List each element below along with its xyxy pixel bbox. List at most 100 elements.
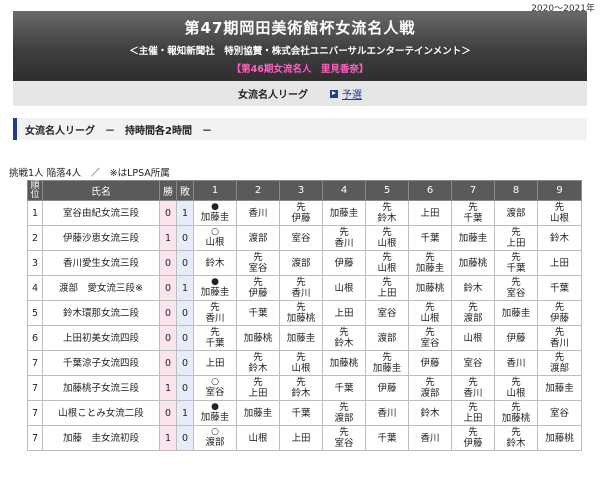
opponent-name: 渡部 xyxy=(377,332,397,344)
round-cell: 先山根 xyxy=(408,300,452,326)
opponent-name: 伊藤 xyxy=(334,257,354,269)
round-header: 3 xyxy=(279,180,323,201)
first-move-mark: 先 xyxy=(382,252,392,263)
first-move-mark: 先 xyxy=(339,427,349,438)
opponent-name: 室谷 xyxy=(549,407,569,419)
opponent-name: 上田 xyxy=(549,257,569,269)
round-cell: 先山根 xyxy=(365,250,409,276)
first-move-mark: 先 xyxy=(425,377,435,388)
round-cell: 加藤圭 xyxy=(236,400,280,426)
tournament-banner: 第47期岡田美術館杯女流名人戦 ＜主催・報知新聞社 特別協賛・株式会社ユニバーサ… xyxy=(13,11,587,81)
opponent-name: 室谷 xyxy=(334,438,354,449)
player-name-cell: 渡部 愛女流三段※ xyxy=(42,275,160,301)
player-name-cell: 加藤 圭女流初段 xyxy=(42,425,160,451)
round-cell: 加藤桃 xyxy=(322,350,366,376)
opponent-name: 山根 xyxy=(549,213,569,224)
round-cell: 香川 xyxy=(365,400,409,426)
opponent-name: 加藤圭 xyxy=(372,363,402,374)
first-move-mark: 先 xyxy=(382,202,392,213)
losses-cell: 0 xyxy=(176,250,194,276)
first-move-mark: 先 xyxy=(296,277,306,288)
first-move-mark: 先 xyxy=(425,252,435,263)
round-cell: 先鈴木 xyxy=(322,325,366,351)
opponent-name: 山根 xyxy=(506,388,526,399)
opponent-name: 渡部 xyxy=(420,388,440,399)
opponent-name: 室谷 xyxy=(205,387,225,398)
round-cell: 先千葉 xyxy=(451,200,495,226)
wins-cell: 1 xyxy=(159,375,177,401)
opponent-name: 加藤圭 xyxy=(545,382,574,394)
round-cell: 先山根 xyxy=(537,200,582,226)
round-cell: 伊藤 xyxy=(322,250,366,276)
round-cell: 先加藤桃 xyxy=(494,400,538,426)
round-cell: 先加藤圭 xyxy=(365,350,409,376)
first-move-mark: 先 xyxy=(210,302,220,313)
prelim-link-text[interactable]: 予選 xyxy=(342,86,362,101)
opponent-name: 加藤圭 xyxy=(200,412,230,423)
opponent-name: 香川 xyxy=(463,388,483,399)
first-move-mark: 先 xyxy=(554,202,565,213)
opponent-name: 伊藤 xyxy=(420,357,440,369)
round-cell: 室谷 xyxy=(279,225,323,251)
first-move-mark: 先 xyxy=(339,402,349,413)
round-cell: 先加藤圭 xyxy=(408,250,452,276)
first-move-mark: 先 xyxy=(468,202,478,213)
prelim-link[interactable]: 予選 xyxy=(330,86,362,101)
player-name-cell: 千葉涼子女流四段 xyxy=(42,350,160,376)
round-cell: 先香川 xyxy=(451,375,495,401)
opponent-name: 香川 xyxy=(334,238,354,249)
opponent-name: 渡部 xyxy=(549,363,569,374)
first-move-mark: 先 xyxy=(382,227,392,238)
wins-cell: 0 xyxy=(159,300,177,326)
rank-cell: 3 xyxy=(27,250,43,276)
round-cell: 伊藤 xyxy=(408,350,452,376)
round-header: 1 xyxy=(193,180,237,201)
round-cell: 千葉 xyxy=(408,225,452,251)
first-move-mark: 先 xyxy=(382,352,392,363)
round-cell: 先伊藤 xyxy=(279,200,323,226)
first-move-mark: 先 xyxy=(511,402,521,413)
round-cell: 先室谷 xyxy=(408,325,452,351)
opponent-name: 鈴木 xyxy=(463,282,483,294)
round-cell: 先渡部 xyxy=(537,350,582,376)
opponent-name: 加藤圭 xyxy=(501,307,531,319)
first-move-mark: 先 xyxy=(296,302,306,313)
player-name-cell: 伊藤沙恵女流三段 xyxy=(42,225,160,251)
losses-cell: 0 xyxy=(176,350,194,376)
round-cell: 加藤桃 xyxy=(408,275,452,301)
rank-cell: 6 xyxy=(27,325,43,351)
wins-cell: 0 xyxy=(159,400,177,426)
section-heading: 女流名人リーグ － 持時間各2時間 － xyxy=(13,118,587,140)
opponent-name: 加藤圭 xyxy=(458,232,488,244)
first-move-mark: 先 xyxy=(425,302,435,313)
round-cell: 山根 xyxy=(193,225,237,251)
first-move-mark: 先 xyxy=(554,352,565,363)
round-cell: 室谷 xyxy=(193,375,237,401)
opponent-name: 鈴木 xyxy=(291,388,311,399)
opponent-name: 上田 xyxy=(334,307,354,319)
round-cell: 先鈴木 xyxy=(494,425,538,451)
opponent-name: 室谷 xyxy=(291,232,311,244)
sponsors-line: ＜主催・報知新聞社 特別協賛・株式会社ユニバーサルエンターテインメント＞ xyxy=(129,46,471,57)
round-cell: 加藤圭 xyxy=(193,200,237,226)
opponent-name: 鈴木 xyxy=(420,407,440,419)
player-name-cell: 室谷由紀女流三段 xyxy=(42,200,160,226)
round-cell: 先室谷 xyxy=(494,275,538,301)
opponent-name: 伊藤 xyxy=(506,332,526,344)
arrow-link-icon xyxy=(330,89,338,98)
opponent-name: 千葉 xyxy=(334,382,354,394)
tournament-title: 第47期岡田美術館杯女流名人戦 xyxy=(184,19,416,37)
round-cell: 千葉 xyxy=(322,375,366,401)
league-nav-label: 女流名人リーグ xyxy=(238,90,308,101)
table-row: 4渡部 愛女流三段※01加藤圭先伊藤先香川山根先上田加藤桃鈴木先室谷千葉 xyxy=(27,275,582,301)
sub-navigation: 女流名人リーグ 予選 xyxy=(13,81,587,106)
round-cell: 先上田 xyxy=(494,225,538,251)
round-cell: 山根 xyxy=(236,425,280,451)
opponent-name: 香川 xyxy=(549,338,569,349)
opponent-name: 上田 xyxy=(463,413,483,424)
first-move-mark: 先 xyxy=(253,252,263,263)
opponent-name: 山根 xyxy=(377,238,397,249)
opponent-name: 上田 xyxy=(420,207,440,219)
player-name-cell: 鈴木環那女流二段 xyxy=(42,300,160,326)
losses-cell: 1 xyxy=(176,200,194,226)
